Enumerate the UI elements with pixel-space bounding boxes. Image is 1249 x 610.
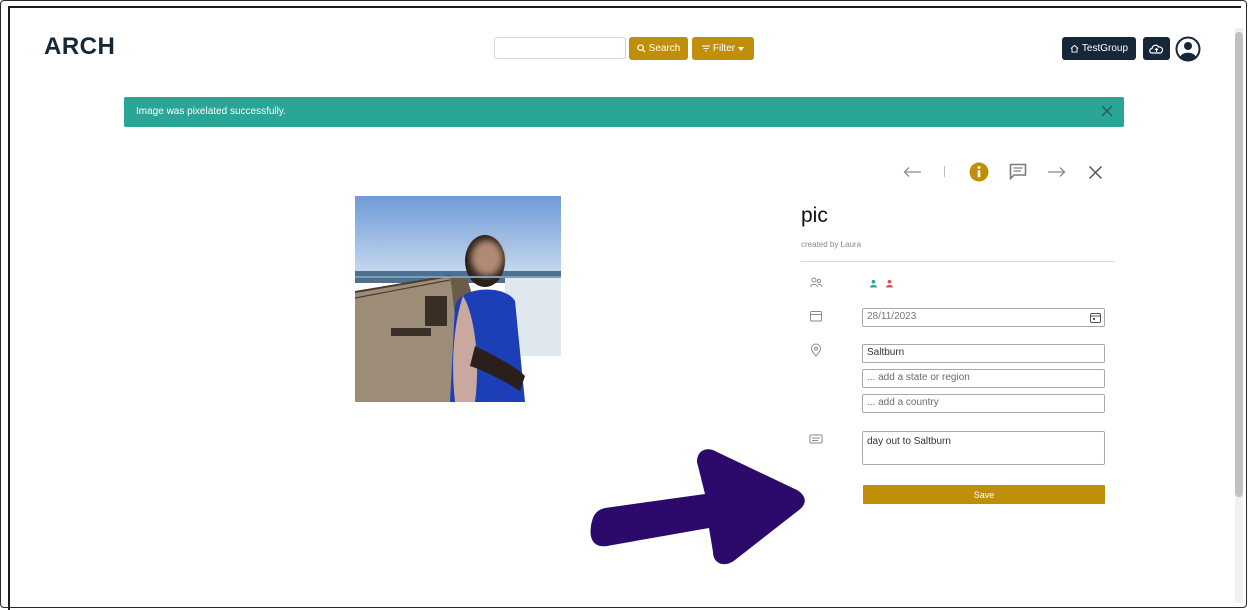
scrollbar-thumb[interactable] [1235, 32, 1243, 497]
created-by-text: created by Laura [801, 240, 862, 249]
app-logo[interactable]: ARCH [44, 33, 115, 61]
window-border-top [8, 6, 1241, 8]
annotation-arrow [590, 449, 805, 565]
shared-user-icon[interactable] [869, 279, 878, 288]
section-divider [801, 261, 1115, 262]
filter-icon [701, 45, 710, 52]
region-field[interactable]: ... add a state or region [862, 369, 1105, 388]
arrow-left-icon[interactable] [903, 166, 922, 178]
date-picker-icon[interactable] [1090, 312, 1101, 323]
page-scrollbar[interactable] [1235, 28, 1243, 603]
cloud-upload-icon [1149, 44, 1164, 54]
photo-title: pic [801, 204, 828, 227]
date-value: 28/11/2023 [867, 311, 917, 322]
location-pin-icon [810, 343, 822, 357]
search-button-label: Search [648, 43, 681, 54]
search-icon [636, 44, 646, 53]
date-field[interactable]: 28/11/2023 [862, 308, 1105, 327]
alert-message: Image was pixelated successfully. [136, 106, 286, 117]
info-icon[interactable] [969, 162, 989, 182]
comment-icon[interactable] [1009, 163, 1027, 181]
window-border-left [8, 6, 10, 610]
group-button-label: TestGroup [1081, 43, 1129, 54]
description-field[interactable]: day out to Saltburn [862, 431, 1105, 465]
close-icon[interactable] [1100, 104, 1114, 118]
arrow-right-icon[interactable] [1047, 166, 1066, 178]
success-alert: Image was pixelated successfully. [124, 97, 1124, 127]
upload-button[interactable] [1143, 37, 1170, 60]
group-button[interactable]: TestGroup [1062, 37, 1136, 60]
country-field[interactable]: ... add a country [862, 394, 1105, 413]
calendar-icon [810, 311, 822, 322]
search-button[interactable]: Search [629, 37, 688, 60]
close-detail-icon[interactable] [1088, 165, 1103, 180]
people-icon [810, 277, 823, 288]
toolbar-divider [944, 166, 945, 177]
caret-down-icon [738, 46, 745, 51]
photo-preview[interactable] [355, 196, 561, 402]
user-avatar-icon[interactable] [1175, 36, 1201, 62]
save-button[interactable]: Save [863, 485, 1105, 504]
owner-user-icon[interactable] [885, 279, 894, 288]
filter-button-label: Filter [712, 43, 736, 54]
city-field[interactable]: Saltburn [862, 344, 1105, 363]
home-icon [1070, 44, 1079, 53]
filter-button[interactable]: Filter [692, 37, 754, 60]
search-input[interactable] [494, 37, 626, 59]
